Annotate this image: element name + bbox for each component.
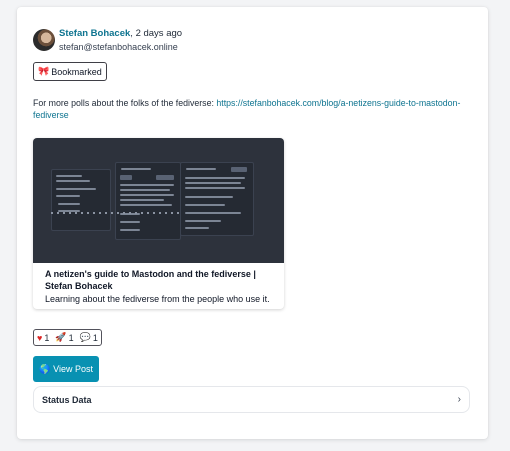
bookmarked-badge: 🎀 Bookmarked (33, 62, 107, 81)
post-text-prefix: For more polls about the folks of the fe… (33, 98, 217, 108)
link-preview-card[interactable]: A netizen's guide to Mastodon and the fe… (33, 138, 284, 309)
status-data-toggle[interactable]: Status Data › (33, 386, 470, 413)
reaction-favourite[interactable]: ♥ 1 (37, 332, 49, 343)
bookmarked-label: Bookmarked (51, 66, 102, 77)
chevron-right-icon: › (457, 394, 461, 405)
reaction-reply[interactable]: 💬 1 (80, 332, 98, 343)
author-name-link[interactable]: Stefan Bohacek (59, 28, 130, 39)
link-preview-image (33, 138, 284, 263)
reaction-boost[interactable]: 🚀 1 (55, 332, 73, 343)
link-card-description: Learning about the fediverse from the pe… (45, 294, 270, 304)
post-timestamp: 2 days ago (135, 28, 183, 39)
post-content: For more polls about the folks of the fe… (33, 97, 473, 121)
globe-icon: 🌎 (38, 363, 51, 374)
heart-icon: ♥ (37, 332, 43, 343)
status-data-label: Status Data (42, 394, 92, 405)
author-handle: stefan@stefanbohacek.online (59, 42, 178, 52)
view-post-button[interactable]: 🌎 View Post (33, 356, 99, 382)
link-card-title[interactable]: A netizen's guide to Mastodon and the fe… (45, 268, 272, 292)
reply-count: 1 (92, 332, 98, 343)
avatar[interactable] (33, 29, 55, 51)
boost-count: 1 (68, 332, 74, 343)
post-header: Stefan Bohacek, 2 days ago stefan@stefan… (33, 28, 182, 52)
rocket-icon: 🚀 (55, 332, 67, 342)
favourite-count: 1 (44, 332, 50, 343)
view-post-label: View Post (53, 364, 94, 374)
ribbon-icon: 🎀 (38, 66, 50, 76)
reactions-bar: ♥ 1 🚀 1 💬 1 (33, 329, 102, 346)
speech-bubble-icon: 💬 (79, 332, 91, 342)
post-card: Stefan Bohacek, 2 days ago stefan@stefan… (17, 7, 488, 439)
